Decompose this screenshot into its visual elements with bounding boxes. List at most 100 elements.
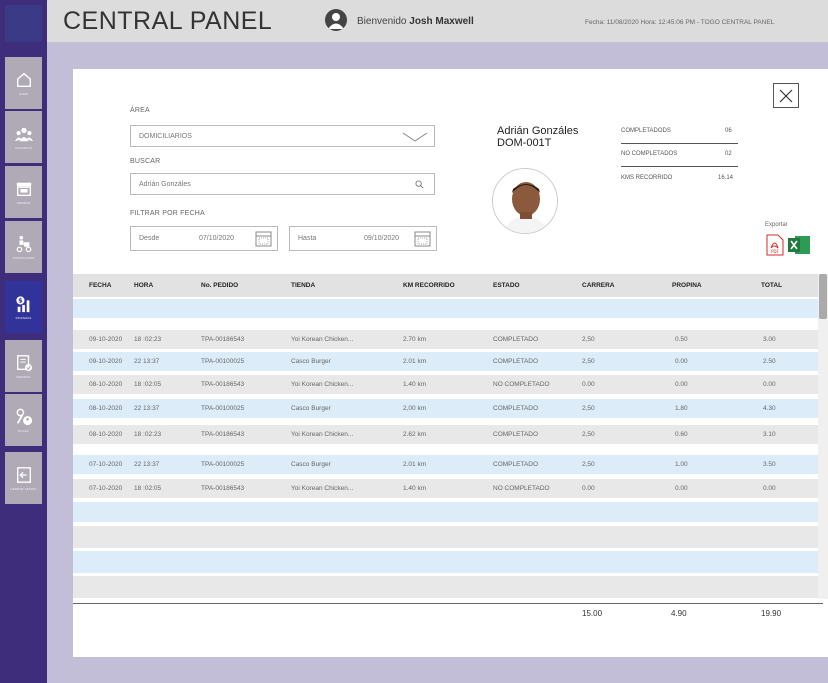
cell-fare: 2,50: [582, 461, 595, 468]
cell-store: Yoi Korean Chicken...: [291, 381, 354, 388]
sidebar-item-label: FINANZAS: [15, 315, 32, 320]
column-header: CARRERA: [582, 282, 615, 289]
table-row[interactable]: 08-10-2020 18 :02:05 TPA-00186543 Yoi Ko…: [73, 375, 818, 394]
date-filter-label: FILTRAR POR FECHA: [130, 210, 205, 217]
cell-fare: 2,50: [582, 405, 595, 412]
page-title: CENTRAL PANEL: [63, 7, 273, 35]
close-icon: [779, 89, 793, 102]
user-name: Josh Maxwell: [409, 16, 474, 27]
sidebar-item-users[interactable]: USUARIOS: [5, 111, 42, 163]
cell-tip: 0.50: [675, 336, 688, 343]
stat-km-label: KMS RECORRIDO: [621, 175, 673, 181]
sidebar-item-label: USUARIOS: [15, 145, 32, 150]
cell-time: 22 13:37: [134, 358, 160, 365]
table-row-empty: [73, 502, 818, 522]
table-row[interactable]: 08-10-2020 18 :02:23 TPA-00186543 Yoi Ko…: [73, 425, 818, 444]
cell-store: Casco Burger: [291, 358, 331, 365]
stat-completed-value: 06: [725, 128, 732, 134]
cell-date: 09-10-2020: [89, 336, 123, 343]
cell-date: 07-10-2020: [89, 485, 123, 492]
table-row-empty: [73, 299, 818, 318]
cell-order: TPA-00186543: [201, 336, 245, 343]
cell-store: Yoi Korean Chicken...: [291, 485, 354, 492]
cell-km: 2.62 km: [403, 431, 427, 438]
date-from-label: Desde: [139, 235, 160, 242]
cell-date: 09-10-2020: [89, 358, 123, 365]
date-from-field[interactable]: Desde 07/10/2020: [130, 226, 278, 251]
sidebar-item-finance[interactable]: $ FINANZAS: [5, 281, 42, 333]
table-scrollbar[interactable]: [818, 274, 828, 599]
close-button[interactable]: [773, 83, 799, 108]
cell-total: 2.50: [763, 358, 776, 365]
table-row[interactable]: 07-10-2020 22 13:37 TPA-00100025 Casco B…: [73, 455, 818, 474]
table-row[interactable]: 08-10-2020 22 13:37 TPA-00100025 Casco B…: [73, 399, 818, 418]
cell-km: 1.40 km: [403, 485, 427, 492]
welcome-prefix: Bienvenido: [357, 16, 407, 27]
table-row[interactable]: 09-10-2020 22 13:37 TPA-00100025 Casco B…: [73, 352, 818, 371]
pdf-export-button[interactable]: PDF: [766, 234, 784, 256]
chevron-down-icon: [402, 132, 428, 142]
cell-total: 3.00: [763, 336, 776, 343]
total-tip: 4.90: [671, 609, 687, 618]
column-header: KM RECORRIDO: [403, 282, 455, 289]
scrollbar-thumb[interactable]: [819, 274, 827, 319]
calendar-icon: [414, 231, 431, 247]
calendar-icon: [255, 231, 272, 247]
excel-export-button[interactable]: [787, 234, 811, 256]
sidebar-item-roles[interactable]: ROLES: [5, 394, 42, 446]
cell-status: COMPLETADO: [493, 461, 539, 468]
cell-km: 2,00 km: [403, 405, 427, 412]
pdf-icon-text: PDF: [771, 249, 779, 254]
excel-icon: [788, 236, 810, 254]
table-row-empty: [73, 576, 818, 598]
pdf-icon: PDF: [766, 234, 784, 256]
sidebar-item-label: PEDIDOS: [16, 374, 31, 379]
area-select[interactable]: DOMICILIARIOS: [130, 125, 435, 147]
table-row[interactable]: 09-10-2020 18 :02:23 TPA-00186543 Yoi Ko…: [73, 330, 818, 349]
home-icon: [16, 72, 31, 87]
date-from-value: 07/10/2020: [199, 235, 235, 242]
stat-not-completed-label: NO COMPLETADOS: [621, 151, 678, 157]
cell-total: 0.00: [763, 381, 776, 388]
date-to-value: 09/10/2020: [364, 235, 400, 242]
sidebar-item-label: HOME: [18, 91, 29, 96]
sidebar-item-stores[interactable]: TIENDAS: [5, 166, 42, 218]
user-avatar-icon[interactable]: [325, 9, 347, 31]
sidebar-item-delivery[interactable]: DOMICILIARIO: [5, 221, 42, 273]
cell-time: 18 :02:05: [134, 485, 162, 492]
cell-tip: 1.80: [675, 405, 688, 412]
cell-total: 0.00: [763, 485, 776, 492]
stat-divider: [621, 166, 738, 167]
cell-status: NO COMPLETADO: [493, 485, 550, 492]
cell-date: 07-10-2020: [89, 461, 123, 468]
cell-km: 2.01 km: [403, 461, 427, 468]
cell-fare: 2,50: [582, 358, 595, 365]
sidebar-item-home[interactable]: HOME: [5, 57, 42, 109]
employee-code: DOM-001T: [497, 137, 552, 149]
date-to-field[interactable]: Hasta 09/10/2020: [289, 226, 437, 251]
area-label: ÁREA: [130, 107, 150, 114]
sidebar-item-orders[interactable]: PEDIDOS: [5, 340, 42, 392]
column-header: TIENDA: [291, 282, 316, 289]
search-label: BUSCAR: [130, 158, 161, 165]
employee-photo: [492, 168, 558, 234]
store-icon: [16, 182, 31, 196]
table-row[interactable]: 07-10-2020 18 :02:05 TPA-00186543 Yoi Ko…: [73, 479, 818, 498]
delivery-icon: [16, 235, 31, 252]
date-time-line: Fecha: 11/08/2020 Hora: 12:45:06 PM - TO…: [585, 19, 775, 26]
cell-fare: 0.00: [582, 381, 595, 388]
column-header: PROPINA: [672, 282, 702, 289]
column-header: HORA: [134, 282, 154, 289]
top-header: CENTRAL PANEL Bienvenido Josh Maxwell Fe…: [47, 0, 828, 42]
cell-km: 1.40 km: [403, 381, 427, 388]
cell-time: 22 13:37: [134, 405, 160, 412]
search-value: Adrián Gonzáles: [139, 180, 191, 188]
search-input[interactable]: Adrián Gonzáles: [130, 173, 435, 195]
cell-order: TPA-00100025: [201, 358, 245, 365]
cell-tip: 0.00: [675, 358, 688, 365]
sidebar: HOME USUARIOS TIENDAS DOMICILIARIO $ FIN…: [0, 0, 47, 683]
cell-store: Casco Burger: [291, 405, 331, 412]
sidebar-item-logout[interactable]: CERRAR SESIÓN: [5, 452, 42, 504]
cell-status: NO COMPLETADO: [493, 381, 550, 388]
cell-order: TPA-00186543: [201, 431, 245, 438]
